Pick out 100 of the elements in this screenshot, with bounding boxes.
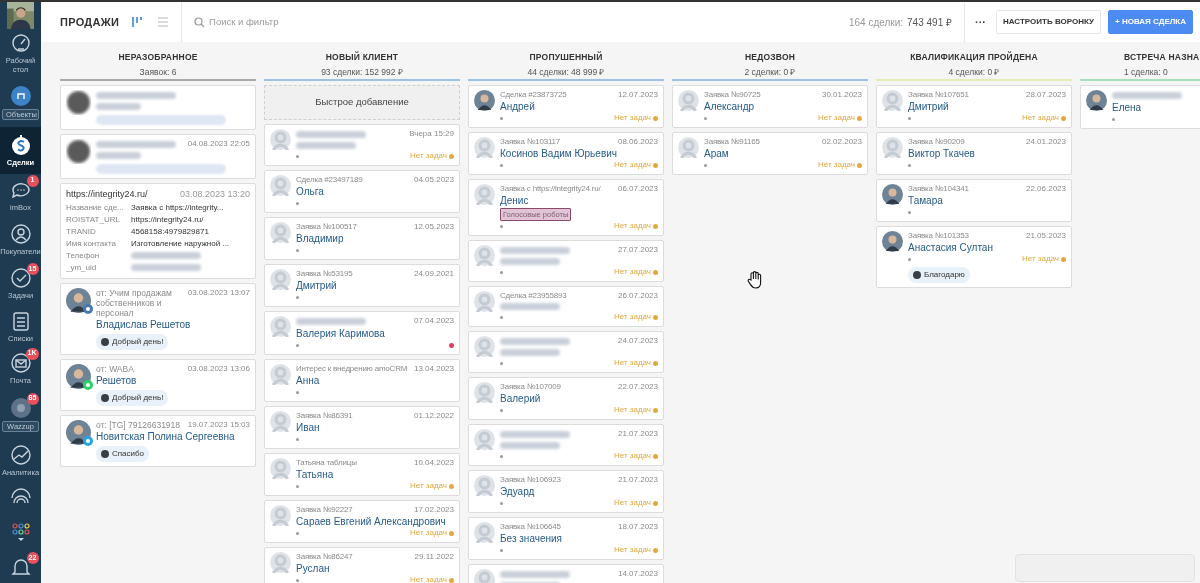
avatar-icon bbox=[882, 231, 903, 252]
deal-card[interactable]: Заявка №106923 21.07.2023 Эдуард Нет задач bbox=[468, 470, 664, 514]
card-date: 08.06.2023 bbox=[617, 137, 658, 147]
task-status: Нет задач bbox=[613, 405, 651, 416]
deal-card[interactable]: Сделка #23955893 26.07.2023 Нет задач bbox=[468, 286, 664, 328]
message-chip: Спасибо bbox=[96, 445, 150, 462]
blurred-text bbox=[500, 303, 560, 311]
avatar-icon bbox=[882, 184, 903, 205]
field-label: TRANID bbox=[66, 225, 97, 238]
contact-name[interactable]: Дмитрий bbox=[296, 279, 337, 292]
contact-name[interactable]: Эдуард bbox=[500, 485, 535, 499]
deal-card[interactable]: Заявка №104341 22.06.2023 Тамара bbox=[876, 179, 1072, 222]
deal-card[interactable]: от: [TG] 79126631918 19.07.2023 15:03 Новитская Полина Сергеевна Спасибо bbox=[60, 414, 256, 467]
deal-card[interactable] bbox=[60, 85, 256, 130]
deal-card[interactable]: Заявка №86247 29.11.2022 Руслан Нет задач bbox=[264, 547, 460, 583]
deal-card[interactable]: от: Учим продажам собственников и персонал 03.08.2023 13:07 Владислав Решетов Добрый день! bbox=[60, 282, 256, 355]
page-title: ПРОДАЖИ bbox=[60, 14, 120, 30]
quick-add-button[interactable]: Быстрое добавление bbox=[264, 85, 460, 120]
deal-card[interactable]: Заявка №86391 01.12.2022 Иван bbox=[264, 406, 460, 449]
deal-card[interactable]: Елена bbox=[1080, 85, 1200, 129]
deal-card[interactable]: Заявка №90725 30.01.2023 Александр Нет задач bbox=[672, 85, 868, 128]
blurred-text bbox=[131, 264, 201, 271]
deal-card[interactable]: Заявка №92227 17.02.2023 Сараев Евгений Александрович Нет задач bbox=[264, 500, 460, 543]
card-date: 06.07.2023 bbox=[617, 184, 658, 194]
avatar-icon bbox=[270, 129, 291, 150]
column-summary: 4 сделки: 0 ₽ bbox=[948, 65, 1000, 79]
contact-name[interactable]: Ольга bbox=[296, 185, 324, 198]
column-summary: Заявок: 6 bbox=[139, 65, 177, 79]
deal-card[interactable]: Заявка №107651 28.07.2023 Дмитрий Нет задач bbox=[876, 85, 1072, 128]
bullet-icon bbox=[500, 408, 503, 412]
card-date: 30.01.2023 bbox=[821, 90, 862, 100]
blurred-text bbox=[500, 247, 570, 255]
bullet-icon bbox=[1112, 117, 1115, 121]
card-date: 22.07.2023 bbox=[617, 382, 658, 393]
form-card[interactable] bbox=[60, 183, 256, 279]
contact-name[interactable]: Владимир bbox=[296, 232, 344, 245]
contact-name[interactable]: Валерия Каримова bbox=[296, 327, 385, 340]
search-field[interactable]: Поиск и фильтр bbox=[209, 14, 410, 30]
task-status: Нет задач bbox=[613, 312, 651, 323]
deal-card[interactable]: Заявка №100517 12.05.2023 Владимир bbox=[264, 217, 460, 260]
contact-name[interactable]: Татьяна bbox=[296, 468, 334, 481]
deal-card[interactable]: Сделка #23873725 12.07.2023 Андрей Нет задач bbox=[468, 85, 664, 128]
deal-card[interactable]: Заявка №53195 24.09.2021 Дмитрий bbox=[264, 264, 460, 307]
blurred-text bbox=[500, 442, 560, 450]
contact-name[interactable]: Анастасия Султан bbox=[908, 241, 993, 254]
avatar-icon bbox=[678, 137, 699, 158]
setup-button[interactable]: НАСТРОИТЬ ВОРОНКУ bbox=[996, 10, 1101, 34]
avatar-icon bbox=[474, 336, 495, 358]
contact-name[interactable]: Сараев Евгений Александрович bbox=[296, 515, 446, 528]
blurred-text bbox=[296, 142, 356, 149]
deal-source: Сделка #23955893 bbox=[500, 291, 567, 302]
deal-card[interactable]: от: WABA 03.08.2023 13:06 Решетов Добрый день! bbox=[60, 358, 256, 411]
contact-name[interactable]: Дмитрий bbox=[908, 100, 949, 113]
card-date: 03.08.2023 13:07 bbox=[187, 287, 250, 298]
contact-name[interactable]: Косинов Вадим Юрьевич bbox=[500, 147, 617, 160]
contact-name[interactable]: Елена bbox=[1112, 101, 1142, 114]
task-status: Нет задач bbox=[613, 267, 651, 278]
contact-name[interactable]: Арам bbox=[704, 147, 729, 160]
avatar-icon bbox=[474, 137, 495, 158]
contact-name[interactable]: Тамара bbox=[908, 194, 943, 207]
bullet-icon bbox=[500, 224, 503, 228]
contact-name[interactable]: Денис bbox=[500, 194, 529, 207]
contact-name[interactable]: Решетов bbox=[96, 373, 137, 387]
deal-source: Заявка №107009 bbox=[500, 382, 561, 393]
more-button[interactable]: ··· bbox=[975, 13, 986, 31]
contact-name[interactable]: Руслан bbox=[296, 562, 330, 575]
deal-card[interactable]: Заявка №106645 18.07.2023 Без значения Нет задач bbox=[468, 517, 664, 561]
card-date: 29.11.2022 bbox=[414, 552, 454, 562]
deal-card[interactable]: Вчера 15:29 Нет задач bbox=[264, 124, 460, 166]
deal-card[interactable]: Заявка №101353 21.05.2023 Анастасия Султан Нет задач Благодарю bbox=[876, 226, 1072, 288]
contact-name[interactable]: Владислав Решетов bbox=[96, 317, 191, 331]
column-summary: 1 сделка: 0 bbox=[1124, 65, 1168, 79]
deal-card[interactable]: Заявка №103117 08.06.2023 Косинов Вадим Юрьевич Нет задач bbox=[468, 132, 664, 175]
card-date: 10.04.2023 bbox=[413, 458, 454, 468]
contact-name[interactable]: Без значения bbox=[500, 532, 562, 546]
deal-card[interactable]: 04.08.2023 22:05 bbox=[60, 134, 256, 179]
contact-name[interactable]: Виктор Ткачев bbox=[908, 147, 975, 160]
contact-name[interactable]: Валерий bbox=[500, 392, 541, 406]
avatar-icon bbox=[882, 90, 903, 111]
deal-source: Татьяна таблицы bbox=[296, 458, 357, 468]
contact-name[interactable]: Анна bbox=[296, 374, 320, 387]
deal-card[interactable]: 07.04.2023 Валерия Каримова bbox=[264, 311, 460, 355]
deal-card[interactable]: Татьяна таблицы 10.04.2023 Татьяна Нет задач bbox=[264, 453, 460, 496]
deal-card[interactable]: 27.07.2023 Нет задач bbox=[468, 240, 664, 283]
deal-card[interactable]: 24.07.2023 Нет задач bbox=[468, 331, 664, 374]
message-chip: Благодарю bbox=[908, 267, 970, 283]
deal-card[interactable]: Интерес к внедрению amoCRM 13.04.2023 Анна bbox=[264, 359, 460, 402]
deal-card[interactable]: Заявка №107009 22.07.2023 Валерий Нет задач bbox=[468, 377, 664, 421]
message-chip: Добрый день! bbox=[96, 389, 169, 406]
deal-card[interactable]: Заявка №90209 24.01.2023 Виктор Ткачев bbox=[876, 132, 1072, 175]
deal-card[interactable]: Сделка #23497189 04.05.2023 Ольга bbox=[264, 170, 460, 213]
contact-name[interactable]: Новитская Полина Сергеевна bbox=[96, 429, 235, 443]
deal-card[interactable]: 14.07.2023 bbox=[468, 564, 664, 583]
contact-name[interactable]: Андрей bbox=[500, 100, 535, 113]
deal-source: Сделка #23497189 bbox=[296, 175, 363, 185]
deal-card[interactable]: 21.07.2023 Нет задач bbox=[468, 424, 664, 467]
contact-name[interactable]: Александр bbox=[704, 100, 755, 113]
deal-card[interactable]: Заявка №91165 02.02.2023 Арам Нет задач bbox=[672, 132, 868, 175]
contact-name[interactable]: Иван bbox=[296, 421, 320, 434]
avatar-icon bbox=[101, 337, 109, 346]
